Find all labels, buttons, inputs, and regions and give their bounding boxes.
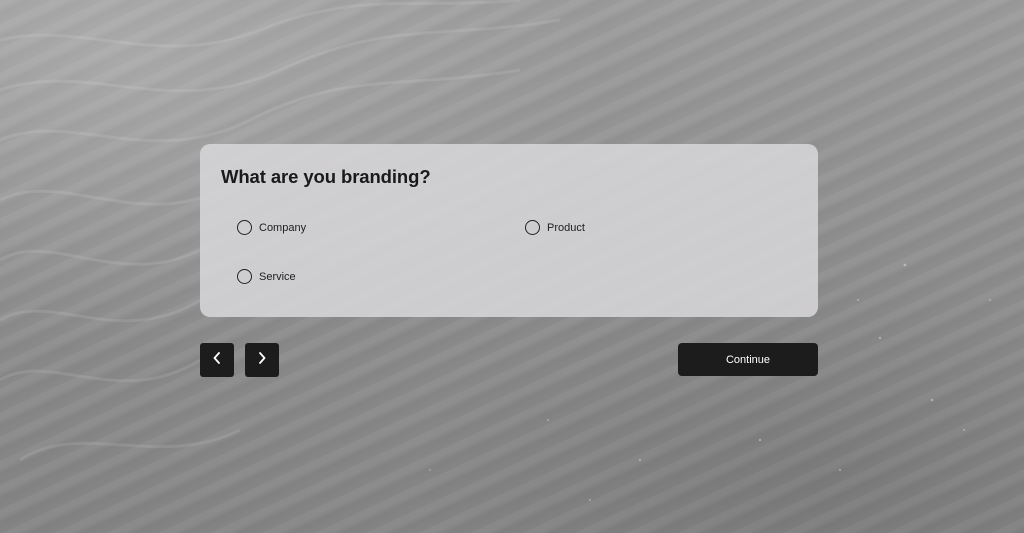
option-label: Service (259, 270, 296, 283)
previous-button[interactable] (200, 343, 234, 377)
chevron-left-icon (212, 351, 222, 369)
chevron-right-icon (257, 351, 267, 369)
option-company[interactable]: Company (237, 220, 306, 235)
radio-button[interactable] (237, 269, 252, 284)
question-card: What are you branding? Company Product S… (200, 144, 818, 317)
radio-button[interactable] (525, 220, 540, 235)
radio-button[interactable] (237, 220, 252, 235)
option-label: Product (547, 221, 585, 234)
option-product[interactable]: Product (525, 220, 585, 235)
option-label: Company (259, 221, 307, 234)
question-title: What are you branding? (221, 166, 431, 187)
continue-button[interactable]: Continue (678, 343, 818, 376)
option-service[interactable]: Service (237, 269, 296, 284)
next-button[interactable] (245, 343, 279, 377)
